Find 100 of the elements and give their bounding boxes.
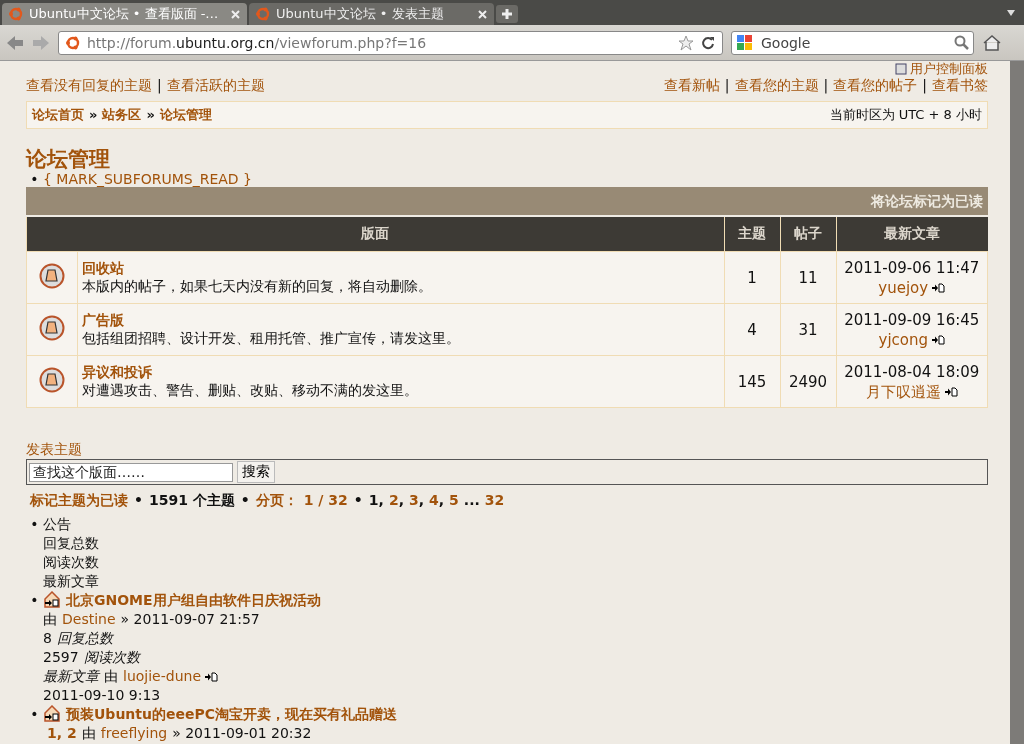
post-count: 31 [780, 303, 836, 356]
nav-link[interactable]: 查看没有回复的主题 [26, 77, 152, 93]
comma: , [56, 725, 63, 741]
forum-folder-icon [39, 262, 65, 289]
forum-description: 对遭遇攻击、警告、删贴、改贴、移动不满的发这里。 [82, 381, 418, 398]
user-link[interactable]: luojie-dune [123, 668, 202, 684]
reply-label: 回复总数 [56, 630, 113, 646]
bullet: • [29, 515, 40, 534]
search-button[interactable]: 搜索 [237, 461, 275, 483]
timezone-text: 当前时区为 UTC + 8 小时 [829, 106, 982, 124]
mark-read-link[interactable]: 将论坛标记为已读 [871, 193, 983, 209]
page-link[interactable]: 2 [388, 492, 399, 508]
separator: » [146, 107, 155, 122]
user-link[interactable]: 月下叹逍遥 [865, 382, 941, 401]
bullet: • [29, 171, 40, 187]
scrollbar[interactable] [1010, 61, 1024, 744]
new-topic-link[interactable]: 发表主题 [26, 441, 82, 459]
user-link[interactable]: yjcong [878, 330, 928, 349]
bullet: • [353, 492, 363, 508]
page-link[interactable]: 4 [429, 492, 439, 508]
page-link[interactable]: 2 [67, 725, 77, 741]
search-icon [954, 35, 969, 50]
topic-count: 1 [724, 251, 780, 304]
comma: , [418, 492, 425, 508]
topic-count-text: 1591 个主题 [148, 492, 235, 508]
search-field[interactable]: 查找这个版面…… [29, 462, 233, 482]
breadcrumb-link[interactable]: 论坛首页 [32, 107, 84, 122]
search-field[interactable]: Google [731, 30, 974, 55]
nav-link[interactable]: 查看新帖 [663, 77, 720, 93]
forum-title: 论坛管理 [26, 147, 111, 171]
go-to-post-icon [205, 672, 219, 682]
pagination-link[interactable]: 1 / 32 [303, 492, 348, 508]
user-link[interactable]: freeflying [100, 725, 168, 741]
user-panel-link[interactable]: 用户控制面板 [910, 61, 988, 76]
forum-folder-icon [39, 314, 65, 341]
page-link[interactable]: 3 [408, 492, 419, 508]
by-text: 由 [43, 611, 57, 627]
topic-icon [43, 705, 61, 722]
bullet: • [29, 591, 40, 610]
breadcrumb-link[interactable]: 站务区 [102, 107, 142, 122]
browser-tab[interactable]: Ubuntu中文论坛 • 查看版面 -… [2, 3, 247, 25]
breadcrumb-link[interactable]: 论坛管理 [159, 107, 212, 122]
forum-description: 包括组团招聘、设计开发、租用托管、推广宣传，请发这里。 [82, 329, 460, 346]
by-text: 由 [81, 725, 96, 741]
bullet: • [29, 705, 40, 724]
last-post-label: 最新文章 [43, 668, 99, 684]
last-post-time: 2011-08-04 18:09 [844, 362, 980, 381]
column-label: 最新文章 [43, 572, 99, 591]
forum-description: 本版内的帖子，如果七天内没有新的回复，将自动删除。 [82, 277, 432, 294]
subforum-link[interactable]: { MARK_SUBFORUMS_READ } [43, 171, 252, 187]
nav-link[interactable]: 查看活跃的主题 [166, 77, 265, 93]
dropdown-icon [1006, 8, 1016, 18]
forum-link[interactable]: 回收站 [82, 259, 124, 278]
ubuntu-logo-icon [65, 34, 81, 51]
separator: » [89, 107, 98, 122]
topic-count: 145 [724, 355, 780, 408]
view-count: 2597 [43, 649, 79, 665]
nav-link[interactable]: 查看您的帖子 [833, 77, 918, 93]
ubuntu-logo-icon [8, 6, 24, 22]
nav-link[interactable]: 查看您的主题 [734, 77, 819, 93]
bullet: • [134, 492, 143, 508]
panel-icon [895, 62, 907, 75]
column-header: 版面 [26, 217, 724, 252]
column-header: 最新文章 [836, 217, 988, 252]
home-icon [982, 32, 1002, 53]
ellipsis: ... [463, 492, 480, 508]
comma: , [378, 492, 384, 508]
separator: | [922, 77, 927, 93]
new-tab-button[interactable] [496, 5, 518, 23]
topic-link[interactable]: 预装Ubuntu的eeePC淘宝开卖，现在买有礼品赠送 [66, 706, 397, 722]
plus-icon [501, 8, 513, 20]
go-to-post-icon [944, 387, 958, 397]
page-link[interactable]: 32 [484, 492, 505, 508]
bullet: • [240, 492, 250, 508]
user-link[interactable]: Destine [62, 611, 116, 627]
last-post-time: 2011-09-10 9:13 [43, 686, 161, 705]
reload-icon [700, 34, 716, 51]
announcement-heading: 公告 [43, 515, 71, 534]
post-time: » 2011-09-01 20:32 [172, 725, 312, 741]
topic-icon [43, 591, 61, 608]
user-link[interactable]: yuejoy [878, 278, 929, 297]
forum-link[interactable]: 异议和投诉 [82, 363, 152, 382]
address-bar[interactable]: http://forum.ubuntu.org.cn/viewforum.php?f=16 [58, 30, 723, 55]
last-post-time: 2011-09-06 11:47 [844, 258, 980, 277]
column-header: 主题 [724, 217, 780, 252]
page-link[interactable]: 1 [47, 725, 57, 741]
nav-link[interactable]: 查看书签 [932, 77, 988, 93]
reply-count: 8 [43, 630, 52, 646]
forum-link[interactable]: 广告版 [82, 311, 124, 330]
comma: , [438, 492, 445, 508]
post-count: 11 [780, 251, 836, 304]
by-text: 由 [104, 668, 118, 684]
pagination-link[interactable]: 标记主题为已读 [30, 492, 128, 508]
page-link[interactable]: 5 [449, 492, 459, 508]
separator: | [823, 77, 829, 93]
column-label: 阅读次数 [43, 553, 99, 572]
browser-tab[interactable]: Ubuntu中文论坛 • 发表主题 [249, 3, 494, 25]
post-time: » 2011-09-07 21:57 [120, 611, 260, 627]
view-label: 阅读次数 [83, 649, 140, 665]
topic-link[interactable]: 北京GNOME用户组自由软件日庆祝活动 [66, 592, 321, 608]
